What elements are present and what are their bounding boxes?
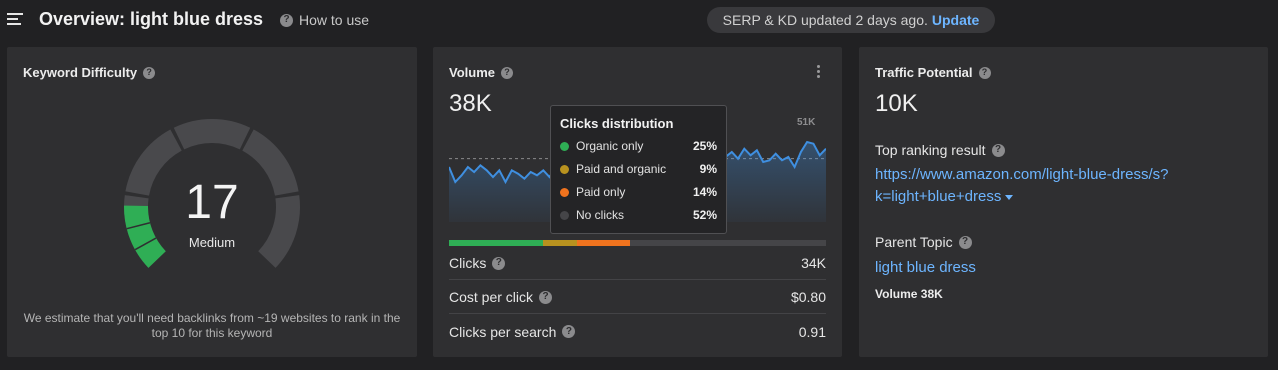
legend-dot xyxy=(560,141,569,151)
more-options-icon[interactable] xyxy=(815,65,821,81)
update-link[interactable]: Update xyxy=(932,12,979,28)
traffic-potential-card: Traffic Potential ? 10K Top ranking resu… xyxy=(859,47,1268,357)
distribution-segment xyxy=(543,240,578,246)
tp-help-icon[interactable]: ? xyxy=(978,66,991,79)
metric-value: $0.80 xyxy=(790,289,826,305)
kd-estimate-note: We estimate that you'll need backlinks f… xyxy=(23,311,401,340)
tp-title-label: Traffic Potential xyxy=(875,65,973,80)
chart-max-label: 51K xyxy=(797,117,816,128)
help-icon[interactable]: ? xyxy=(562,325,576,338)
hamburger-menu-icon[interactable] xyxy=(7,13,23,26)
how-to-use-label: How to use xyxy=(299,12,370,28)
tooltip-row-label: Paid only xyxy=(576,185,626,199)
volume-help-icon[interactable]: ? xyxy=(501,66,513,79)
gauge-segment xyxy=(173,119,251,150)
tooltip-row-value: 25% xyxy=(692,139,717,153)
metric-label: Cost per click xyxy=(449,289,534,305)
top-ranking-url: https://www.amazon.com/light-blue-dress/… xyxy=(875,166,1169,205)
tooltip-row-label: Paid and organic xyxy=(576,162,667,176)
volume-title-label: Volume xyxy=(449,65,495,80)
legend-dot xyxy=(560,187,569,197)
help-icon: ? xyxy=(280,13,293,27)
metric-value: 0.91 xyxy=(798,323,826,340)
page-title: Overview: light blue dress xyxy=(39,9,264,29)
metric-row-clicks: Clicks? 34K xyxy=(449,247,826,280)
metric-label: Clicks xyxy=(449,255,487,271)
metric-row-clicks-per-search: Clicks per search? 0.91 xyxy=(449,315,826,348)
distribution-segment xyxy=(577,240,630,246)
help-icon[interactable]: ? xyxy=(492,256,506,270)
tooltip-row: No clicks 52% xyxy=(560,207,717,223)
help-icon[interactable]: ? xyxy=(958,235,972,249)
clicks-distribution-tooltip: Clicks distribution Organic only 25% Pai… xyxy=(550,105,727,234)
tooltip-row-value: 52% xyxy=(692,208,717,222)
how-to-use-link[interactable]: ? How to use xyxy=(280,12,369,28)
tooltip-title: Clicks distribution xyxy=(560,116,674,131)
chevron-down-icon[interactable] xyxy=(1005,194,1014,200)
volume-title: Volume ? xyxy=(449,65,513,80)
legend-dot xyxy=(560,210,569,220)
tooltip-row-label: No clicks xyxy=(576,208,625,222)
help-icon[interactable]: ? xyxy=(991,143,1005,157)
top-ranking-heading: Top ranking result ? xyxy=(875,142,1005,158)
traffic-potential-value: 10K xyxy=(875,90,918,117)
serp-update-banner: SERP & KD updated 2 days ago. Update xyxy=(707,7,995,33)
metric-row-cost-per-click: Cost per click? $0.80 xyxy=(449,281,826,314)
kd-gauge xyxy=(123,119,300,268)
tooltip-row: Paid only 14% xyxy=(560,184,717,200)
tooltip-row: Organic only 25% xyxy=(560,138,717,154)
tooltip-row: Paid and organic 9% xyxy=(560,161,717,177)
traffic-potential-title: Traffic Potential ? xyxy=(875,65,991,80)
legend-dot xyxy=(560,164,569,174)
kd-score: 17 xyxy=(185,176,239,229)
parent-topic-volume: Volume 38K xyxy=(875,287,943,301)
help-icon[interactable]: ? xyxy=(539,290,553,304)
tooltip-row-label: Organic only xyxy=(576,139,644,153)
distribution-segment xyxy=(449,240,544,246)
kd-difficulty-label: Medium xyxy=(188,235,236,250)
top-bar: Overview: light blue dress ? How to use … xyxy=(0,0,1278,40)
parent-topic-label: Parent Topic xyxy=(875,234,953,250)
top-ranking-label: Top ranking result xyxy=(875,142,986,158)
parent-topic-heading: Parent Topic ? xyxy=(875,234,972,250)
tooltip-row-value: 14% xyxy=(692,185,717,199)
metric-value: 34K xyxy=(801,255,826,271)
clicks-distribution-bar[interactable] xyxy=(449,240,826,246)
top-ranking-url-link[interactable]: https://www.amazon.com/light-blue-dress/… xyxy=(875,164,1255,208)
tooltip-row-value: 9% xyxy=(699,162,717,176)
keyword-difficulty-card: Keyword Difficulty ? 17 Medium We estima… xyxy=(7,47,417,357)
volume-value: 38K xyxy=(449,90,492,117)
metric-label: Clicks per search xyxy=(449,323,557,340)
gauge-segment xyxy=(258,195,300,268)
gauge-fill-segment xyxy=(124,205,166,268)
parent-topic-link[interactable]: light blue dress xyxy=(875,257,976,279)
distribution-segment xyxy=(629,240,826,246)
serp-status-text: SERP & KD updated 2 days ago. xyxy=(722,12,928,28)
